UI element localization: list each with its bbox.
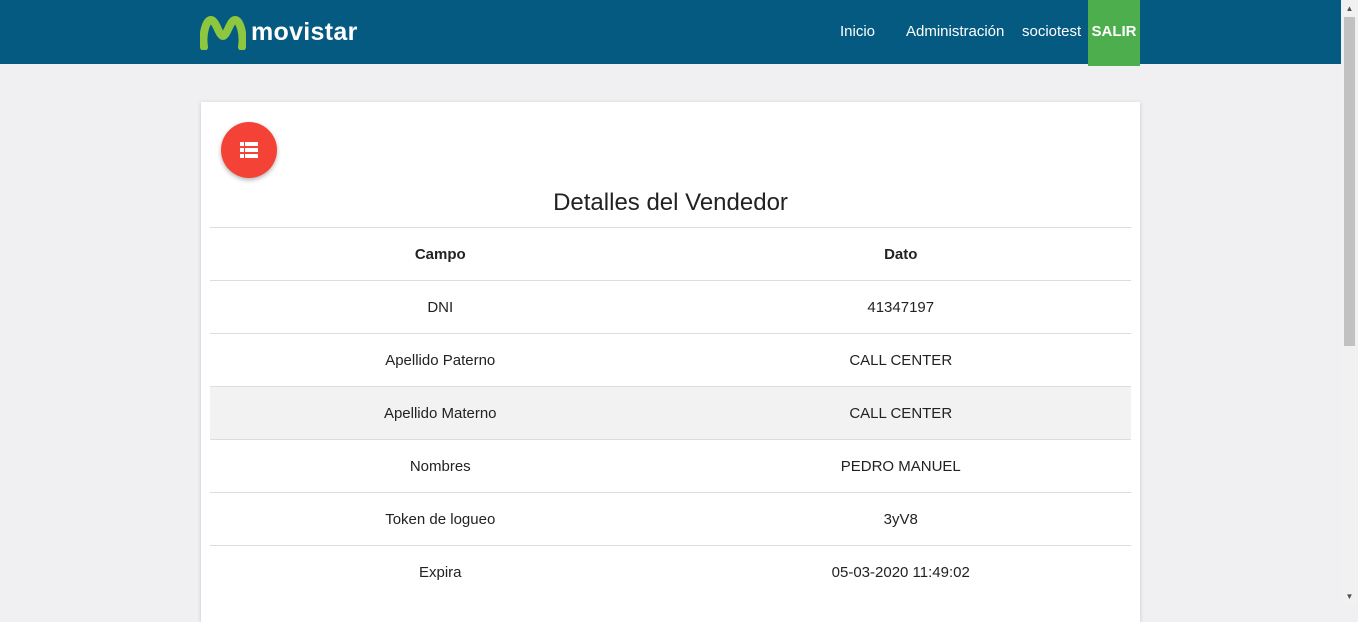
- table-row: Apellido Materno CALL CENTER: [210, 386, 1131, 440]
- field-value: CALL CENTER: [670, 333, 1131, 387]
- column-header-dato: Dato: [670, 227, 1131, 281]
- table-row: Nombres PEDRO MANUEL: [210, 439, 1131, 493]
- brand-name: movistar: [251, 18, 358, 46]
- table-header-row: Campo Dato: [210, 227, 1131, 281]
- list-button[interactable]: [221, 122, 277, 178]
- nav-user[interactable]: sociotest: [1022, 0, 1081, 64]
- field-label: Apellido Materno: [210, 386, 671, 440]
- table-row: Apellido Paterno CALL CENTER: [210, 333, 1131, 387]
- logout-button[interactable]: SALIR: [1088, 0, 1140, 66]
- field-value: 3yV8: [670, 492, 1131, 546]
- page-title: Detalles del Vendedor: [553, 189, 788, 216]
- scroll-thumb[interactable]: [1344, 17, 1355, 346]
- field-label: Token de logueo: [210, 492, 671, 546]
- field-value: 05-03-2020 11:49:02: [670, 545, 1131, 598]
- field-value: CALL CENTER: [670, 386, 1131, 440]
- field-label: Apellido Paterno: [210, 333, 671, 387]
- list-icon: [240, 142, 258, 158]
- movistar-m-icon: [200, 15, 246, 50]
- details-table: Campo Dato DNI 41347197 Apellido Paterno…: [210, 227, 1131, 598]
- brand-logo[interactable]: movistar: [200, 14, 358, 50]
- column-header-campo: Campo: [210, 227, 671, 281]
- field-value: 41347197: [670, 280, 1131, 334]
- nav-administracion[interactable]: Administración: [906, 0, 1004, 64]
- field-label: DNI: [210, 280, 671, 334]
- navbar: movistar Inicio Administración sociotest…: [0, 0, 1341, 66]
- table-row: Expira 05-03-2020 11:49:02: [210, 545, 1131, 598]
- field-label: Nombres: [210, 439, 671, 493]
- field-value: PEDRO MANUEL: [670, 439, 1131, 493]
- scroll-up-arrow-icon[interactable]: ▲: [1341, 0, 1358, 17]
- table-row: DNI 41347197: [210, 280, 1131, 334]
- field-label: Expira: [210, 545, 671, 598]
- nav-inicio[interactable]: Inicio: [840, 0, 875, 64]
- table-row: Token de logueo 3yV8: [210, 492, 1131, 546]
- vertical-scrollbar[interactable]: ▲ ▼: [1341, 0, 1358, 605]
- details-card: Detalles del Vendedor Campo Dato DNI 413…: [201, 102, 1140, 622]
- scroll-down-arrow-icon[interactable]: ▼: [1341, 588, 1358, 605]
